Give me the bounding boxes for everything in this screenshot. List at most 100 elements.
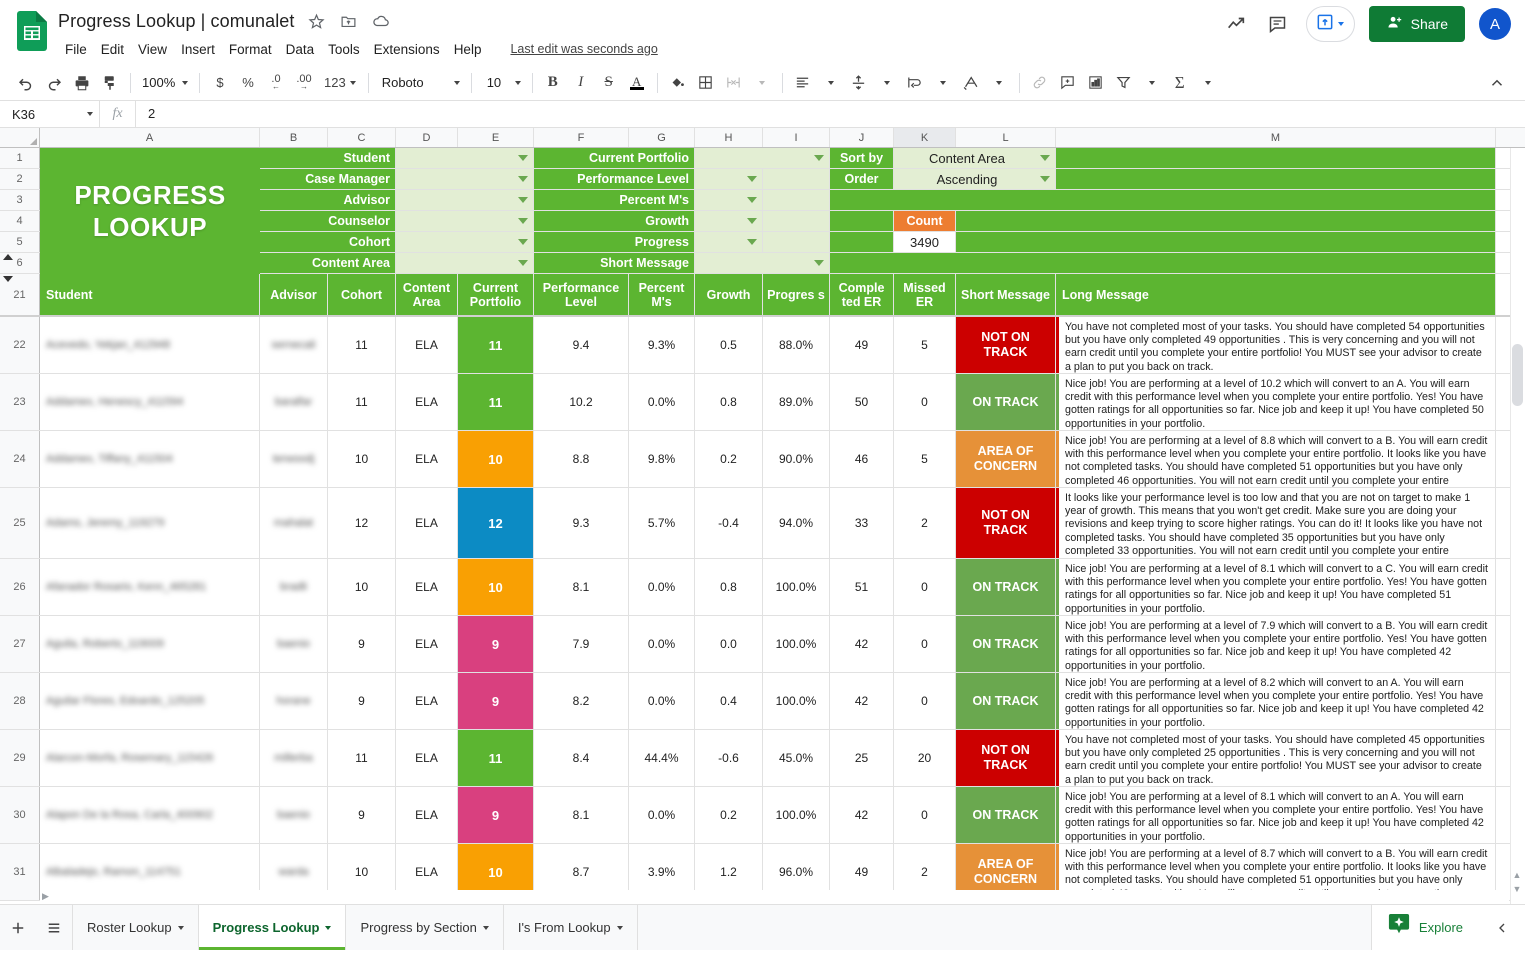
th-long-message[interactable]: Long Message	[1056, 274, 1496, 315]
cell-missed-er[interactable]: 20	[894, 730, 956, 786]
cell-student[interactable]: Alarcon-Morfa, Rosemary_115426	[40, 730, 260, 786]
menu-help[interactable]: Help	[447, 40, 489, 59]
cell-content-area[interactable]: ELA	[396, 787, 458, 843]
cell-growth[interactable]: -0.6	[695, 730, 763, 786]
cell-advisor[interactable]: baenio	[260, 616, 328, 672]
cell-percent-ms[interactable]: 44.4%	[629, 730, 695, 786]
cell-growth[interactable]: 0.8	[695, 374, 763, 430]
column-header-g[interactable]: G	[629, 128, 695, 147]
cell-missed-er[interactable]: 0	[894, 787, 956, 843]
cell-progress[interactable]: 100.0%	[763, 616, 830, 672]
strikethrough-button[interactable]: S	[595, 69, 623, 97]
cell-missed-er[interactable]: 0	[894, 559, 956, 615]
horizontal-scrollbar[interactable]: ▶	[40, 890, 1509, 904]
cell-student[interactable]: Aguilar Flores, Edoardo_125205	[40, 673, 260, 729]
redo-icon[interactable]	[40, 69, 68, 97]
scroll-up-icon[interactable]: ▲	[1511, 870, 1523, 882]
add-sheet-icon[interactable]	[0, 905, 36, 950]
last-edit-status[interactable]: Last edit was seconds ago	[510, 42, 657, 56]
column-header-e[interactable]: E	[458, 128, 534, 147]
cell-performance-level[interactable]: 8.8	[534, 431, 629, 487]
cell-student[interactable]: Alapon De la Rosa, Carla_400902	[40, 787, 260, 843]
vertical-scrollbar-track[interactable]: ▲ ▼	[1510, 148, 1525, 904]
menu-insert[interactable]: Insert	[174, 40, 222, 59]
cell-student[interactable]: Aguila, Roberto_119009	[40, 616, 260, 672]
status-badge[interactable]: NOT ON TRACK	[956, 317, 1056, 373]
status-badge[interactable]: ON TRACK	[956, 559, 1056, 615]
cell-current-portfolio[interactable]: 11	[458, 730, 534, 786]
text-color-button[interactable]: A	[623, 69, 651, 97]
row-header-26[interactable]: 26	[0, 559, 40, 615]
cell-performance-level[interactable]: 8.1	[534, 787, 629, 843]
status-badge[interactable]: ON TRACK	[956, 374, 1056, 430]
currency-format-button[interactable]: $	[206, 69, 234, 97]
column-header-i[interactable]: I	[763, 128, 830, 147]
move-to-folder-icon[interactable]	[339, 11, 359, 31]
table-row[interactable]: 25 Adams, Jeremy_119279 mahalat 12 ELA 12 9.3 5…	[0, 488, 1525, 559]
status-badge[interactable]: ON TRACK	[956, 616, 1056, 672]
cell-student[interactable]: Addamex, Tiffany_411504	[40, 431, 260, 487]
cell-current-portfolio[interactable]: 9	[458, 787, 534, 843]
cell-content-area[interactable]: ELA	[396, 374, 458, 430]
th-completed-er[interactable]: Comple ted ER	[830, 274, 894, 315]
vertical-align-icon[interactable]	[845, 69, 873, 97]
cell-growth[interactable]: 0.0	[695, 616, 763, 672]
cell-completed-er[interactable]: 42	[830, 787, 894, 843]
table-row[interactable]: 29 Alarcon-Morfa, Rosemary_115426 millerba…	[0, 730, 1525, 787]
cell-advisor[interactable]: baenio	[260, 787, 328, 843]
menu-edit[interactable]: Edit	[94, 40, 131, 59]
row-header-22[interactable]: 22	[0, 317, 40, 373]
column-header-f[interactable]: F	[534, 128, 629, 147]
column-header-j[interactable]: J	[830, 128, 894, 147]
filter-dropdown-progress[interactable]	[695, 232, 763, 252]
cell-long-message[interactable]: Nice job! You are performing at a level …	[1056, 559, 1496, 615]
cell-content-area[interactable]: ELA	[396, 673, 458, 729]
paint-format-icon[interactable]	[96, 69, 124, 97]
table-row[interactable]: 22 Acevedo, Yekjan_412948 sernecali 11 ELA 11…	[0, 317, 1525, 374]
cell-missed-er[interactable]: 5	[894, 431, 956, 487]
row-header-27[interactable]: 27	[0, 616, 40, 672]
column-header-h[interactable]: H	[695, 128, 763, 147]
th-growth[interactable]: Growth	[695, 274, 763, 315]
cell-content-area[interactable]: ELA	[396, 730, 458, 786]
cell-cohort[interactable]: 9	[328, 616, 396, 672]
column-header-k[interactable]: K	[894, 128, 956, 147]
filter-dropdown-student[interactable]	[396, 148, 534, 168]
cell-cohort[interactable]: 11	[328, 374, 396, 430]
cell-advisor[interactable]: baralfar	[260, 374, 328, 430]
cell-completed-er[interactable]: 42	[830, 673, 894, 729]
filter-dropdown-performance-level[interactable]	[695, 169, 763, 189]
italic-button[interactable]: I	[567, 69, 595, 97]
cell-percent-ms[interactable]: 5.7%	[629, 488, 695, 558]
cell-current-portfolio[interactable]: 10	[458, 431, 534, 487]
cloud-saved-icon[interactable]	[371, 11, 391, 31]
column-header-m[interactable]: M	[1056, 128, 1496, 147]
menu-tools[interactable]: Tools	[321, 40, 367, 59]
insert-chart-icon[interactable]	[1082, 69, 1110, 97]
cell-long-message[interactable]: Nice job! You are performing at a level …	[1056, 374, 1496, 430]
cell-long-message[interactable]: Nice job! You are performing at a level …	[1056, 616, 1496, 672]
table-row[interactable]: 28 Aguilar Flores, Edoardo_125205 horane 9 E…	[0, 673, 1525, 730]
cell-cohort[interactable]: 10	[328, 431, 396, 487]
cell-progress[interactable]: 90.0%	[763, 431, 830, 487]
row-header-30[interactable]: 30	[0, 787, 40, 843]
cell-performance-level[interactable]: 9.3	[534, 488, 629, 558]
cell-content-area[interactable]: ELA	[396, 616, 458, 672]
cell-long-message[interactable]: You have not completed most of your task…	[1056, 317, 1496, 373]
order-dropdown[interactable]: Ascending	[894, 169, 1056, 189]
menu-extensions[interactable]: Extensions	[367, 40, 447, 59]
expand-rows-down-icon[interactable]	[3, 276, 13, 282]
th-student[interactable]: Student	[40, 274, 260, 315]
sheet-tab-progress-lookup[interactable]: Progress Lookup	[198, 905, 347, 950]
cell-completed-er[interactable]: 42	[830, 616, 894, 672]
cell-current-portfolio[interactable]: 9	[458, 673, 534, 729]
cell-completed-er[interactable]: 46	[830, 431, 894, 487]
filter-dropdown-growth[interactable]	[695, 211, 763, 231]
sheet-tab-i-s-from-lookup[interactable]: I's From Lookup	[503, 905, 638, 950]
bold-button[interactable]: B	[539, 69, 567, 97]
th-short-message[interactable]: Short Message	[956, 274, 1056, 315]
cell-content-area[interactable]: ELA	[396, 431, 458, 487]
cell-current-portfolio[interactable]: 10	[458, 559, 534, 615]
filter-dropdown-percent-ms[interactable]	[695, 190, 763, 210]
column-header-c[interactable]: C	[328, 128, 396, 147]
